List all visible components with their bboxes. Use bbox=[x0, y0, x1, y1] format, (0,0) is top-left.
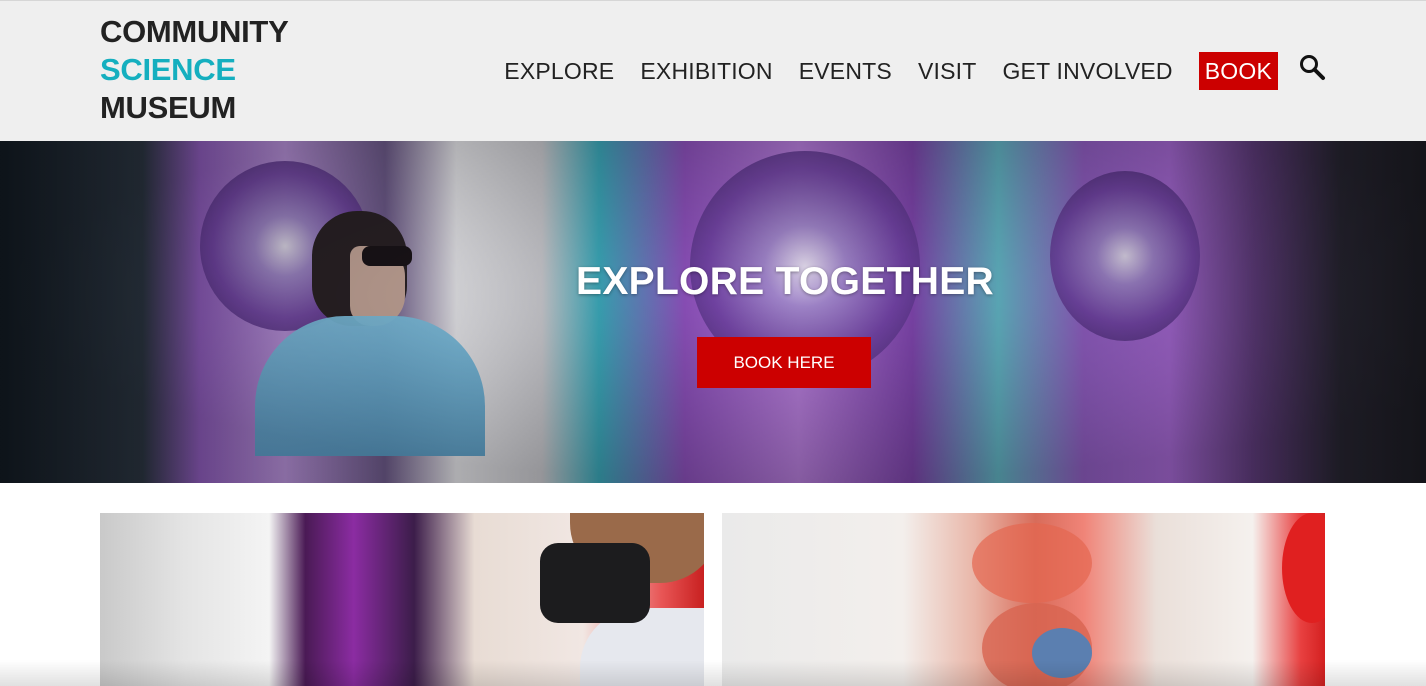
logo-line-community: COMMUNITY bbox=[100, 14, 289, 49]
main-nav: EXPLORE EXHIBITION EVENTS VISIT GET INVO… bbox=[478, 52, 1326, 90]
feature-card-vr[interactable] bbox=[100, 513, 704, 686]
nav-item-events[interactable]: EVENTS bbox=[799, 52, 892, 90]
search-icon[interactable] bbox=[1298, 53, 1326, 83]
nav-item-visit[interactable]: VISIT bbox=[918, 52, 977, 90]
logo-line-museum: MUSEUM bbox=[100, 90, 236, 125]
logo-line-science: SCIENCE bbox=[100, 52, 236, 87]
feature-card-anatomy[interactable] bbox=[722, 513, 1325, 686]
nav-item-get-involved[interactable]: GET INVOLVED bbox=[1002, 52, 1172, 90]
nav-item-exhibition[interactable]: EXHIBITION bbox=[640, 52, 772, 90]
hero-title: EXPLORE TOGETHER bbox=[576, 260, 994, 303]
book-button[interactable]: BOOK bbox=[1198, 52, 1278, 90]
anatomy-model-blur bbox=[972, 523, 1092, 603]
site-header: COMMUNITY SCIENCE MUSEUM EXPLORE EXHIBIT… bbox=[0, 0, 1426, 141]
book-here-button[interactable]: BOOK HERE bbox=[697, 337, 871, 388]
vr-headset bbox=[540, 543, 650, 623]
hero-banner: EXPLORE TOGETHER BOOK HERE bbox=[0, 141, 1426, 483]
anatomy-model-red bbox=[1282, 513, 1325, 623]
hero-overlay bbox=[0, 141, 1426, 483]
anatomy-model-vessel bbox=[1032, 628, 1092, 678]
nav-item-explore[interactable]: EXPLORE bbox=[504, 52, 614, 90]
site-logo[interactable]: COMMUNITY SCIENCE MUSEUM bbox=[100, 13, 289, 127]
